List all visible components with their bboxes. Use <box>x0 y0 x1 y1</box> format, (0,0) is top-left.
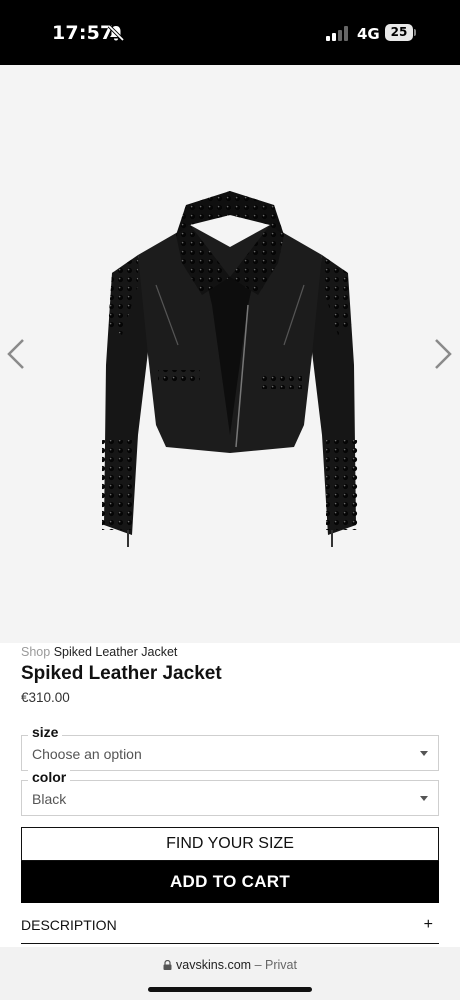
breadcrumb-shop-link[interactable]: Shop <box>21 645 50 659</box>
caret-down-icon <box>420 751 428 756</box>
product-price: €310.00 <box>21 690 70 705</box>
chevron-left-icon[interactable] <box>5 337 27 371</box>
find-your-size-button[interactable]: FIND YOUR SIZE <box>21 827 439 861</box>
breadcrumb-current: Spiked Leather Jacket <box>53 645 178 659</box>
home-indicator[interactable] <box>148 987 312 992</box>
status-time: 17:57 <box>52 22 114 44</box>
size-label: size <box>28 724 63 740</box>
battery-level: 25 <box>390 25 408 39</box>
product-title: Spiked Leather Jacket <box>21 663 222 684</box>
description-label: DESCRIPTION <box>21 917 117 933</box>
signal-bars-icon <box>326 26 348 41</box>
size-select-value: Choose an option <box>32 746 142 762</box>
color-select-value: Black <box>32 791 67 807</box>
address-field[interactable]: vavskins.com – Privat <box>0 958 460 972</box>
network-type: 4G <box>357 25 380 43</box>
private-mode-label: – Privat <box>254 958 297 972</box>
product-gallery[interactable] <box>0 65 460 643</box>
caret-down-icon <box>420 796 428 801</box>
lock-icon <box>163 960 172 970</box>
url-domain: vavskins.com <box>176 958 252 972</box>
size-select[interactable]: size Choose an option <box>21 724 439 771</box>
description-accordion[interactable]: DESCRIPTION + <box>21 906 439 944</box>
color-select[interactable]: color Black <box>21 769 439 816</box>
battery-icon: 25 <box>385 24 416 41</box>
plus-icon[interactable]: + <box>424 916 433 934</box>
breadcrumb: Shop Spiked Leather Jacket <box>21 645 177 659</box>
browser-url-bar: vavskins.com – Privat <box>0 947 460 1000</box>
add-to-cart-button[interactable]: ADD TO CART <box>21 861 439 903</box>
status-bar: 17:57 4G 25 <box>0 0 460 65</box>
product-image[interactable] <box>98 185 362 555</box>
chevron-right-icon[interactable] <box>432 337 454 371</box>
color-label: color <box>28 769 71 785</box>
bell-slash-icon <box>107 24 125 42</box>
